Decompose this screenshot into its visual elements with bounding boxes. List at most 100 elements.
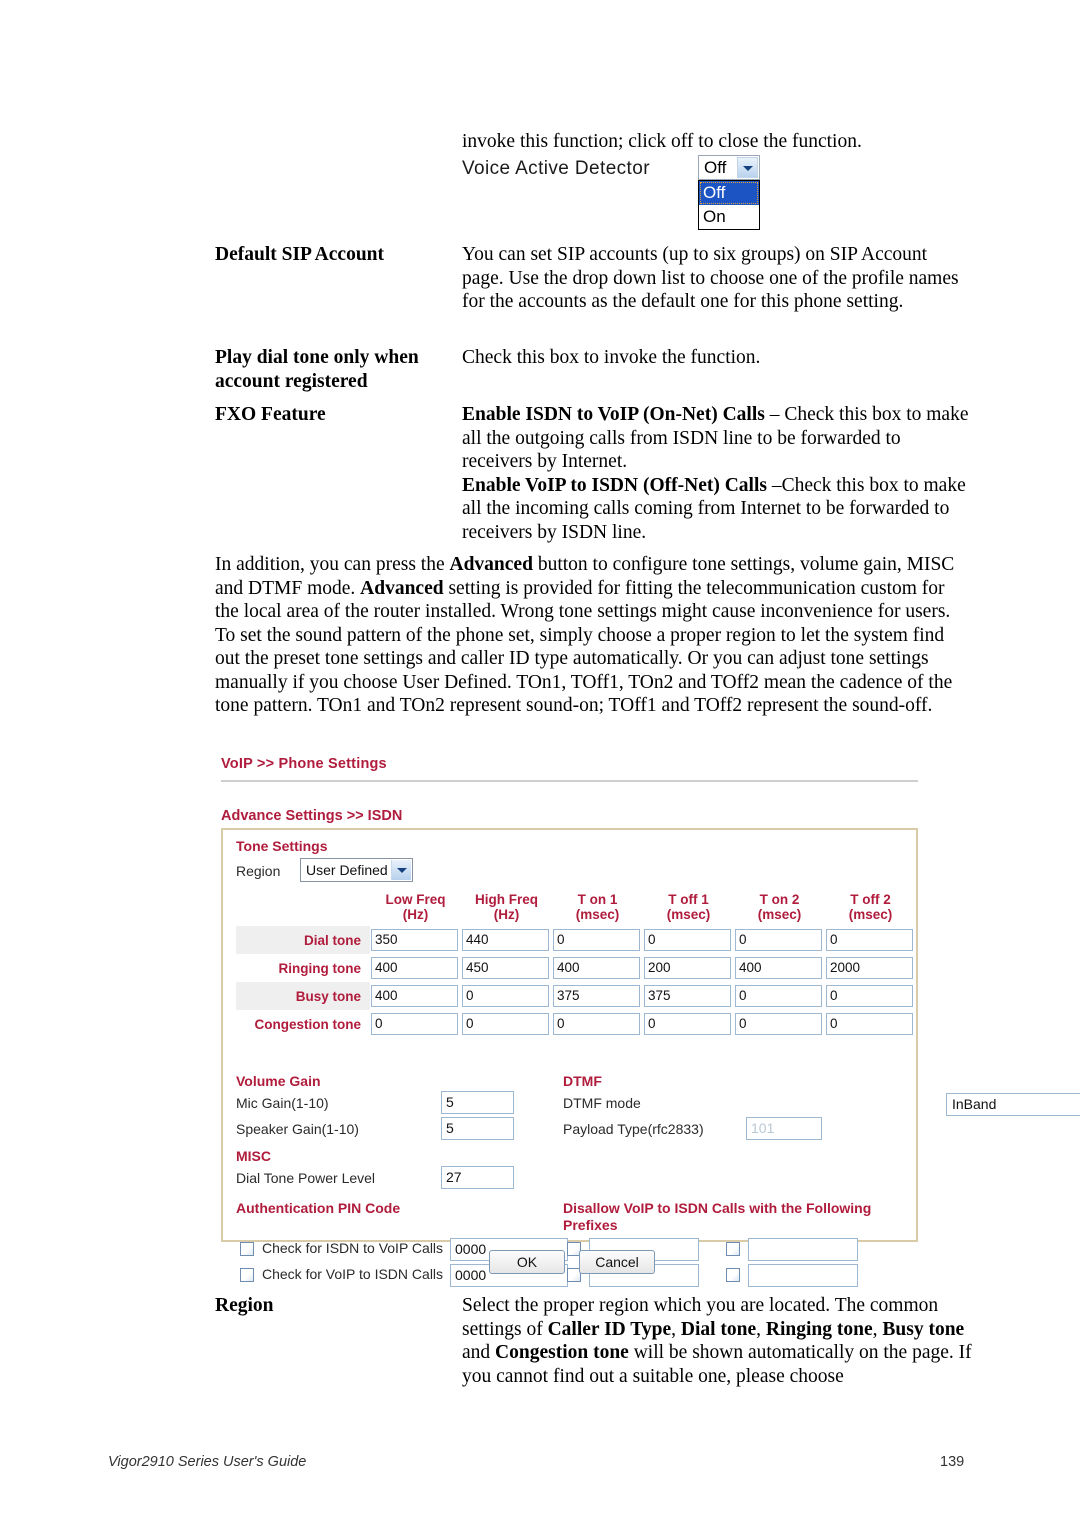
region-part-2: , [671, 1318, 681, 1340]
tone-row-label-dial-tone: Dial tone [236, 926, 370, 954]
breadcrumb: VoIP >> Phone Settings [221, 756, 387, 772]
term-default-sip-account: Default SIP Account [215, 244, 385, 265]
congestion-tone-ton2-input[interactable]: 0 [735, 1013, 822, 1035]
dial-tone-ton1-input[interactable]: 0 [553, 929, 640, 951]
desc-play-dial-tone: Check this box to invoke the function. [462, 347, 761, 368]
busy-tone-ton1-input[interactable]: 375 [553, 985, 640, 1007]
prefix-4-input[interactable] [748, 1264, 858, 1287]
desc-fxo-feature: Enable ISDN to VoIP (On-Net) Calls – Che… [462, 403, 972, 544]
payload-type-label: Payload Type(rfc2833) [563, 1121, 704, 1137]
tone-header-t-on-2: T on 2 (msec) [757, 892, 802, 922]
busy-tone-low-freq-input[interactable]: 400 [371, 985, 458, 1007]
intro-sentence: invoke this function; click off to close… [462, 131, 862, 152]
dtmf-mode-label: DTMF mode [563, 1095, 641, 1111]
disallow-prefixes-heading-line2: Prefixes [563, 1217, 618, 1233]
table-row: Busy tone 400 0 375 375 0 0 [236, 982, 916, 1010]
volume-gain-heading: Volume Gain [236, 1073, 321, 1089]
fxo-line1-bold: Enable ISDN to VoIP (On-Net) Calls [462, 404, 765, 425]
ringing-tone-toff2-input[interactable]: 2000 [826, 957, 913, 979]
dtmf-mode-select[interactable]: InBand [946, 1093, 1080, 1116]
tone-header-t-on-1: T on 1 (msec) [575, 892, 620, 922]
voice-active-detector-select[interactable]: Off [698, 155, 760, 180]
prefix-3-input[interactable] [748, 1238, 858, 1261]
ringing-tone-low-freq-input[interactable]: 400 [371, 957, 458, 979]
breadcrumb-divider [221, 780, 918, 782]
voice-active-detector-option-list[interactable]: Off On [698, 180, 760, 230]
congestion-tone-toff1-input[interactable]: 0 [644, 1013, 731, 1035]
chevron-down-icon[interactable] [391, 860, 411, 880]
tone-row-label-ringing-tone: Ringing tone [278, 960, 361, 976]
ringing-tone-ton2-input[interactable]: 400 [735, 957, 822, 979]
speaker-gain-input[interactable]: 5 [441, 1117, 514, 1140]
ringing-tone-toff1-input[interactable]: 200 [644, 957, 731, 979]
busy-tone-toff1-input[interactable]: 375 [644, 985, 731, 1007]
region-part-5: and [462, 1342, 496, 1363]
dial-tone-toff2-input[interactable]: 0 [826, 929, 913, 951]
voice-active-detector-value: Off [704, 158, 727, 177]
term-fxo-feature: FXO Feature [215, 404, 326, 425]
misc-heading: MISC [236, 1148, 271, 1164]
region-bold-dial-tone: Dial tone [680, 1318, 757, 1340]
tone-row-label-congestion-tone: Congestion tone [254, 1016, 362, 1032]
ok-button[interactable]: OK [489, 1250, 565, 1274]
footer-guide-title: Vigor2910 Series User's Guide [108, 1454, 307, 1470]
authentication-pin-heading: Authentication PIN Code [236, 1200, 401, 1216]
congestion-tone-toff2-input[interactable]: 0 [826, 1013, 913, 1035]
para-bold-advanced-2: Advanced [360, 577, 444, 599]
cancel-button[interactable]: Cancel [579, 1250, 655, 1274]
vad-option-on[interactable]: On [699, 205, 759, 229]
congestion-tone-low-freq-input[interactable]: 0 [371, 1013, 458, 1035]
region-bold-congestion-tone: Congestion tone [495, 1342, 629, 1363]
table-row: Ringing tone 400 450 400 200 400 2000 [236, 954, 916, 982]
dtmf-heading: DTMF [563, 1073, 602, 1089]
busy-tone-high-freq-input[interactable]: 0 [462, 985, 549, 1007]
tone-row-label-busy-tone: Busy tone [236, 982, 370, 1010]
congestion-tone-ton1-input[interactable]: 0 [553, 1013, 640, 1035]
label-voip-to-isdn: Check for VoIP to ISDN Calls [262, 1266, 444, 1282]
tone-header-high-freq: High Freq (Hz) [475, 892, 538, 922]
region-bold-busy-tone: Busy tone [882, 1318, 965, 1340]
dial-tone-power-level-input[interactable]: 27 [441, 1166, 514, 1189]
term-region: Region [215, 1295, 274, 1316]
desc-default-sip-account: You can set SIP accounts (up to six grou… [462, 244, 959, 312]
tone-header-corner [236, 892, 370, 926]
section-heading: Advance Settings >> ISDN [221, 808, 403, 824]
chevron-down-icon[interactable] [737, 157, 758, 178]
checkbox-prefix-3[interactable] [726, 1242, 740, 1256]
mic-gain-label: Mic Gain(1-10) [236, 1095, 329, 1111]
dtmf-mode-value: InBand [952, 1096, 997, 1112]
mic-gain-input[interactable]: 5 [441, 1091, 514, 1114]
router-ui-screenshot: VoIP >> Phone Settings Advance Settings … [215, 752, 1080, 1287]
region-select[interactable]: User Defined [300, 858, 413, 882]
advanced-description-paragraph: In addition, you can press the Advanced … [215, 553, 972, 718]
volume-gain-group: Volume Gain Mic Gain(1-10) 5 Speaker Gai… [236, 1073, 576, 1193]
checkbox-isdn-to-voip[interactable] [240, 1242, 254, 1256]
dial-tone-toff1-input[interactable]: 0 [644, 929, 731, 951]
ringing-tone-high-freq-input[interactable]: 450 [462, 957, 549, 979]
busy-tone-ton2-input[interactable]: 0 [735, 985, 822, 1007]
disallow-prefixes-heading: Disallow VoIP to ISDN Calls with the Fol… [563, 1200, 893, 1234]
vad-option-off[interactable]: Off [699, 181, 759, 205]
disallow-prefixes-heading-line1: Disallow VoIP to ISDN Calls with the Fol… [563, 1200, 872, 1216]
payload-type-input[interactable]: 101 [746, 1117, 822, 1140]
table-row: Congestion tone 0 0 0 0 0 0 [236, 1010, 916, 1038]
tone-header-t-off-1: T off 1 (msec) [666, 892, 711, 922]
checkbox-prefix-4[interactable] [726, 1268, 740, 1282]
desc-region: Select the proper region which you are l… [462, 1294, 972, 1388]
tone-header-t-off-2: T off 2 (msec) [848, 892, 893, 922]
fxo-line2-bold: Enable VoIP to ISDN (Off-Net) Calls [462, 474, 767, 496]
ringing-tone-ton1-input[interactable]: 400 [553, 957, 640, 979]
region-part-3: , [756, 1318, 766, 1340]
table-row: Dial tone 350 440 0 0 0 0 [236, 926, 916, 954]
panel-title: Tone Settings [236, 838, 328, 854]
busy-tone-toff2-input[interactable]: 0 [826, 985, 913, 1007]
tone-settings-panel: Tone Settings Region User Defined Low Fr… [221, 828, 1080, 1287]
congestion-tone-high-freq-input[interactable]: 0 [462, 1013, 549, 1035]
tone-header-low-freq: Low Freq (Hz) [385, 892, 446, 922]
checkbox-voip-to-isdn[interactable] [240, 1268, 254, 1282]
footer-page-number: 139 [940, 1454, 965, 1470]
dial-tone-high-freq-input[interactable]: 440 [462, 929, 549, 951]
dial-tone-power-level-label: Dial Tone Power Level [236, 1170, 376, 1186]
dial-tone-low-freq-input[interactable]: 350 [371, 929, 458, 951]
dial-tone-ton2-input[interactable]: 0 [735, 929, 822, 951]
